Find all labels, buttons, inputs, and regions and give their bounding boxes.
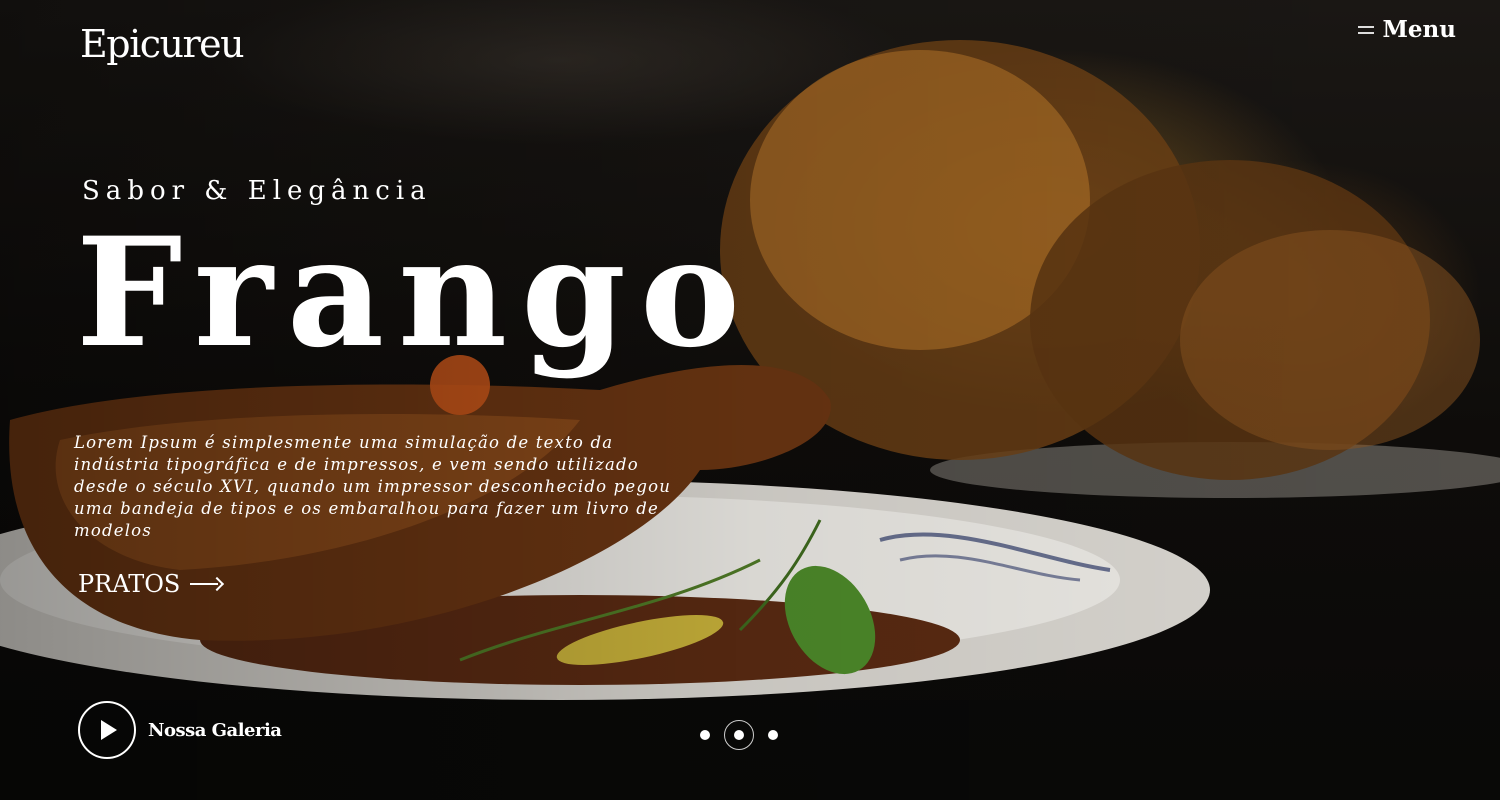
menu-label: Menu xyxy=(1382,16,1456,43)
slider-dot-2-active[interactable] xyxy=(724,720,754,750)
hero-tagline: Sabor & Elegância xyxy=(82,176,432,206)
hero-background-image xyxy=(0,0,1500,800)
pratos-label: PRATOS xyxy=(78,570,181,598)
slider-dot-1[interactable] xyxy=(700,730,710,740)
menu-button[interactable]: Menu xyxy=(1358,16,1456,43)
slider-dot-3[interactable] xyxy=(768,730,778,740)
brand-logo[interactable]: Epicureu xyxy=(80,22,245,66)
play-icon[interactable] xyxy=(78,701,136,759)
hero-description: Lorem Ipsum é simplesmente uma simulação… xyxy=(74,433,672,540)
gallery-button[interactable]: Nossa Galeria xyxy=(78,701,282,759)
hamburger-icon xyxy=(1358,25,1375,35)
arrow-right-icon xyxy=(190,577,224,591)
hero-headline: Frango xyxy=(76,205,755,381)
slider-pagination xyxy=(700,720,778,750)
gallery-label: Nossa Galeria xyxy=(148,719,282,741)
pratos-link[interactable]: PRATOS xyxy=(78,570,224,598)
